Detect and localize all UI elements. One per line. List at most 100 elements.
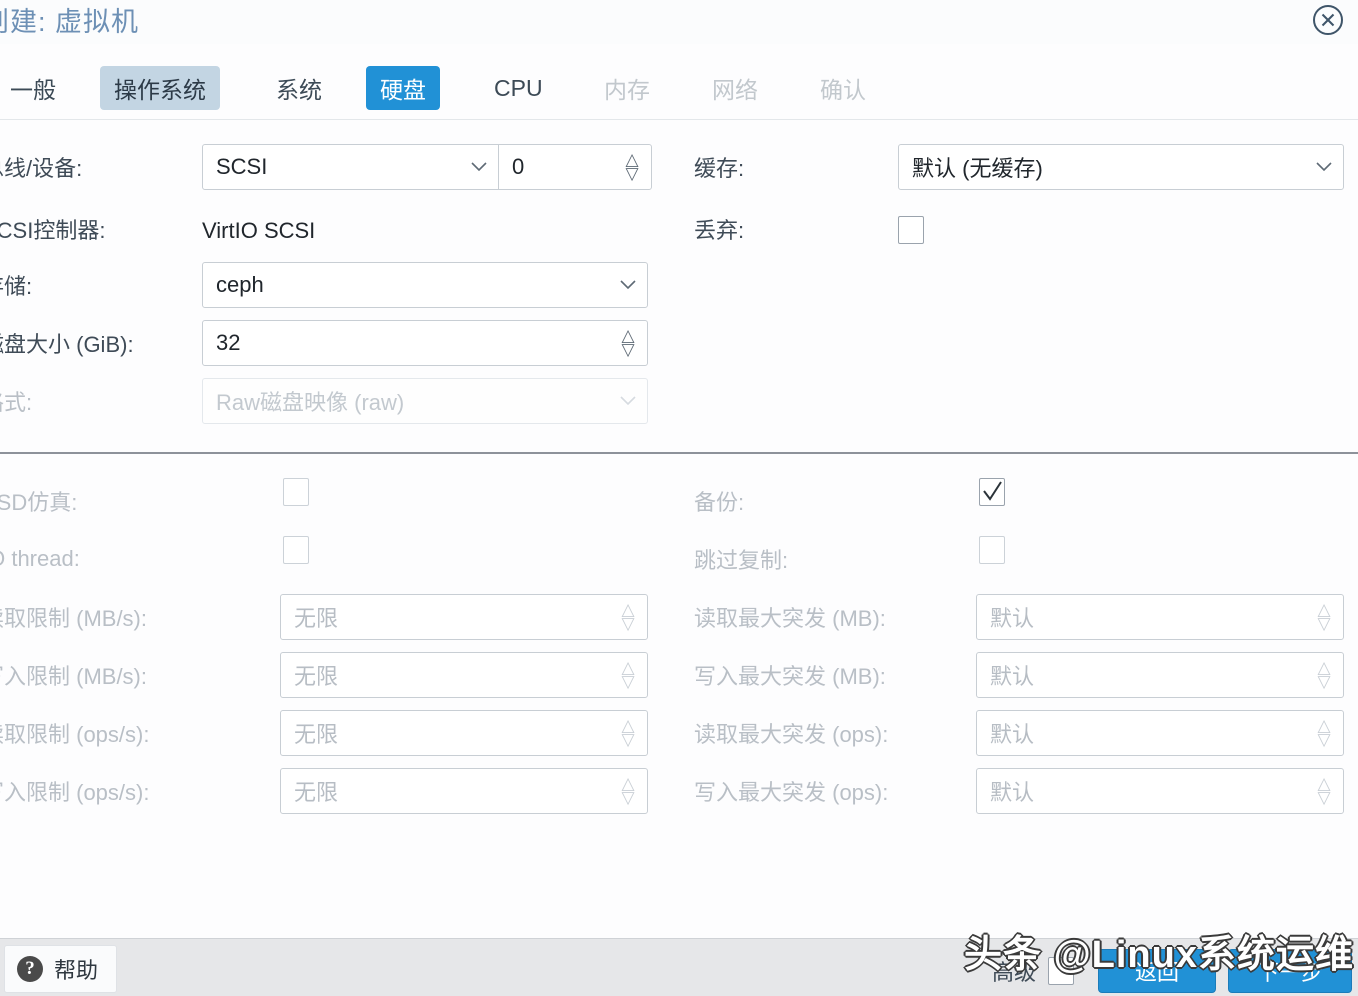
tab-cpu[interactable]: CPU (480, 66, 557, 110)
checkmark-icon (983, 481, 1002, 501)
advanced-label: 高级 (991, 960, 1036, 985)
write-burst-ops-label: 写入最大突发 (ops): (694, 780, 889, 805)
disk-size-label-row: 磁盘大小 (GiB): (0, 320, 134, 366)
storage-value: ceph (216, 272, 264, 297)
write-burst-mb-placeholder: 默认 (990, 664, 1035, 689)
read-burst-ops-placeholder: 默认 (990, 722, 1035, 747)
write-limit-ops-placeholder: 无限 (294, 780, 339, 805)
skip-replicate-label: 跳过复制: (694, 548, 789, 573)
read-burst-mb-label-row: 读取最大突发 (MB): (694, 594, 886, 640)
chevron-down-icon (460, 162, 498, 172)
cache-select[interactable]: 默认 (无缓存) (898, 144, 1344, 190)
read-burst-mb-placeholder: 默认 (990, 606, 1035, 631)
read-burst-mb-input[interactable]: 默认 △ ▽ (976, 594, 1344, 640)
scsi-controller-value: VirtIO SCSI (202, 218, 316, 243)
bus-device-control: SCSI 0 △ ▽ (202, 144, 652, 190)
cache-label: 缓存: (694, 156, 745, 181)
read-limit-ops-input[interactable]: 无限 △ ▽ (280, 710, 648, 756)
chevron-down-icon (609, 280, 647, 290)
storage-select[interactable]: ceph (202, 262, 648, 308)
write-limit-mb-label-row: 写入限制 (MB/s): (0, 652, 147, 698)
io-thread-label: IO thread: (0, 546, 80, 571)
skip-replicate-checkbox[interactable] (979, 536, 1005, 564)
hard-disk-form: 总线/设备: SCSI 0 △▽ SCSI控制器: VirtIO SCSI 存储… (0, 132, 1358, 922)
dialog-title: 创建: 虚拟机 (0, 7, 140, 37)
section-divider (0, 452, 1358, 454)
discard-checkbox[interactable] (898, 216, 924, 244)
spinner-icon[interactable]: △ ▽ (1305, 601, 1343, 632)
help-button-label: 帮助 (54, 958, 99, 983)
read-limit-mb-placeholder: 无限 (294, 606, 339, 631)
write-burst-mb-label-row: 写入最大突发 (MB): (694, 652, 886, 698)
write-limit-ops-label: 写入限制 (ops/s): (0, 780, 150, 805)
disk-size-stepper[interactable]: 32 △ ▽ (202, 320, 648, 366)
advanced-toggle[interactable]: 高级 (992, 955, 1074, 987)
wizard-tabbar: 一般 操作系统 系统 硬盘 CPU 内存 网络 确认 (0, 58, 1358, 120)
bus-select[interactable]: SCSI (203, 145, 499, 189)
advanced-checkbox[interactable] (1048, 957, 1074, 985)
disk-size-value: 32 (216, 330, 241, 355)
tab-hard-disk[interactable]: 硬盘 (366, 66, 440, 110)
chevron-down-icon (609, 396, 647, 406)
format-label-row: 格式: (0, 378, 32, 424)
backup-label: 备份: (694, 490, 745, 515)
write-burst-mb-input[interactable]: 默认 △ ▽ (976, 652, 1344, 698)
storage-label-row: 存储: (0, 262, 32, 308)
write-burst-ops-label-row: 写入最大突发 (ops): (694, 768, 888, 814)
ssd-emulation-label-row: SSD仿真: (0, 478, 77, 524)
spinner-icon[interactable]: △ ▽ (609, 775, 647, 806)
chevron-down-icon (1305, 162, 1343, 172)
tab-system[interactable]: 系统 (262, 66, 336, 110)
read-burst-mb-label: 读取最大突发 (MB): (694, 606, 886, 631)
tab-network: 网络 (712, 77, 758, 103)
backup-checkbox[interactable] (979, 478, 1005, 506)
close-icon[interactable] (1310, 2, 1346, 38)
read-burst-ops-input[interactable]: 默认 △ ▽ (976, 710, 1344, 756)
tab-general[interactable]: 一般 (0, 66, 70, 110)
read-limit-ops-label-row: 读取限制 (ops/s): (0, 710, 149, 756)
spinner-icon[interactable]: △ ▽ (1305, 717, 1343, 748)
spinner-icon[interactable]: △ ▽ (613, 151, 651, 182)
write-burst-ops-placeholder: 默认 (990, 780, 1035, 805)
write-limit-mb-input[interactable]: 无限 △ ▽ (280, 652, 648, 698)
backup-label-row: 备份: (694, 478, 744, 524)
write-burst-ops-input[interactable]: 默认 △ ▽ (976, 768, 1344, 814)
ssd-emulation-label: SSD仿真: (0, 490, 78, 515)
spinner-icon[interactable]: △ ▽ (1305, 659, 1343, 690)
format-select: Raw磁盘映像 (raw) (202, 378, 648, 424)
help-button[interactable]: ? 帮助 (4, 945, 118, 993)
spinner-icon[interactable]: △ ▽ (609, 327, 647, 358)
format-label: 格式: (0, 390, 33, 415)
cache-label-row: 缓存: (694, 144, 744, 190)
device-number-value: 0 (512, 154, 525, 179)
tab-confirm: 确认 (820, 77, 866, 103)
skip-replicate-label-row: 跳过复制: (694, 536, 788, 582)
storage-label: 存储: (0, 274, 33, 299)
io-thread-label-row: IO thread: (0, 536, 80, 582)
spinner-icon[interactable]: △ ▽ (609, 659, 647, 690)
spinner-icon[interactable]: △ ▽ (1305, 775, 1343, 806)
ssd-emulation-checkbox[interactable] (283, 478, 309, 506)
disk-size-label: 磁盘大小 (GiB): (0, 332, 134, 357)
read-limit-mb-label: 读取限制 (MB/s): (0, 606, 147, 631)
question-mark-icon: ? (17, 956, 43, 982)
write-limit-ops-input[interactable]: 无限 △ ▽ (280, 768, 648, 814)
next-button[interactable]: 下一步 (1228, 949, 1352, 993)
dialog-titlebar: 创建: 虚拟机 (0, 0, 1358, 44)
read-limit-mb-label-row: 读取限制 (MB/s): (0, 594, 147, 640)
io-thread-checkbox[interactable] (283, 536, 309, 564)
device-number-stepper[interactable]: 0 △ ▽ (499, 145, 651, 189)
back-button[interactable]: 返回 (1098, 949, 1216, 993)
read-limit-mb-input[interactable]: 无限 △ ▽ (280, 594, 648, 640)
tab-os[interactable]: 操作系统 (100, 66, 220, 110)
write-limit-mb-label: 写入限制 (MB/s): (0, 664, 147, 689)
spinner-icon[interactable]: △ ▽ (609, 717, 647, 748)
read-limit-ops-label: 读取限制 (ops/s): (0, 722, 150, 747)
spinner-icon[interactable]: △ ▽ (609, 601, 647, 632)
scsi-controller-label-row: SCSI控制器: (0, 206, 105, 252)
cache-value: 默认 (无缓存) (912, 156, 1043, 181)
bus-select-value: SCSI (216, 154, 268, 179)
format-value: Raw磁盘映像 (raw) (216, 390, 405, 415)
read-limit-ops-placeholder: 无限 (294, 722, 339, 747)
bus-device-label: 总线/设备: (0, 156, 83, 181)
